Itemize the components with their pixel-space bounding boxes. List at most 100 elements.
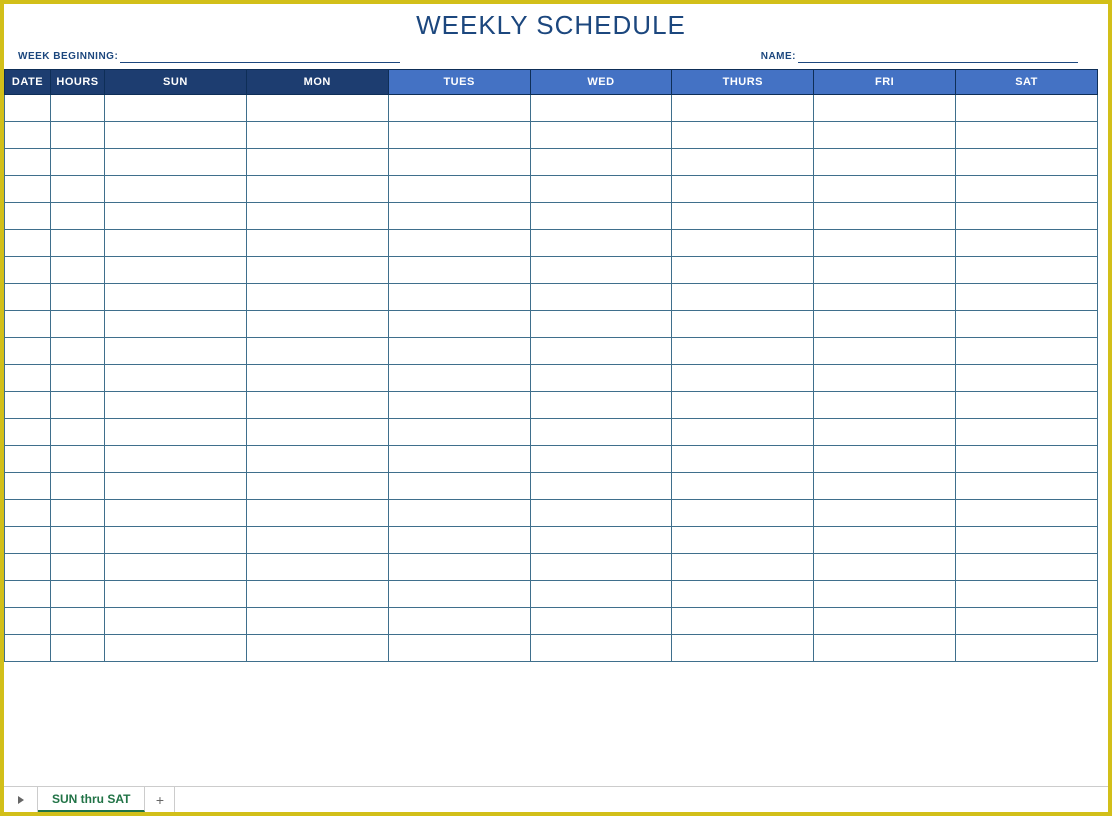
cell[interactable] bbox=[246, 176, 388, 203]
cell[interactable] bbox=[51, 176, 105, 203]
cell[interactable] bbox=[814, 635, 956, 662]
cell[interactable] bbox=[51, 635, 105, 662]
cell[interactable] bbox=[956, 635, 1098, 662]
cell[interactable] bbox=[530, 581, 672, 608]
cell[interactable] bbox=[956, 473, 1098, 500]
cell[interactable] bbox=[814, 581, 956, 608]
col-header-sun[interactable]: SUN bbox=[105, 70, 247, 95]
cell[interactable] bbox=[246, 149, 388, 176]
cell[interactable] bbox=[105, 338, 247, 365]
col-header-thurs[interactable]: THURS bbox=[672, 70, 814, 95]
cell[interactable] bbox=[956, 527, 1098, 554]
col-header-hours[interactable]: HOURS bbox=[51, 70, 105, 95]
cell[interactable] bbox=[388, 635, 530, 662]
cell[interactable] bbox=[956, 311, 1098, 338]
cell[interactable] bbox=[246, 257, 388, 284]
cell[interactable] bbox=[672, 203, 814, 230]
cell[interactable] bbox=[388, 311, 530, 338]
cell[interactable] bbox=[51, 446, 105, 473]
cell[interactable] bbox=[814, 446, 956, 473]
cell[interactable] bbox=[5, 365, 51, 392]
cell[interactable] bbox=[672, 581, 814, 608]
cell[interactable] bbox=[51, 527, 105, 554]
cell[interactable] bbox=[5, 95, 51, 122]
cell[interactable] bbox=[388, 581, 530, 608]
cell[interactable] bbox=[956, 338, 1098, 365]
cell[interactable] bbox=[105, 527, 247, 554]
cell[interactable] bbox=[956, 392, 1098, 419]
cell[interactable] bbox=[956, 122, 1098, 149]
cell[interactable] bbox=[5, 581, 51, 608]
cell[interactable] bbox=[388, 257, 530, 284]
cell[interactable] bbox=[51, 257, 105, 284]
col-header-sat[interactable]: SAT bbox=[956, 70, 1098, 95]
cell[interactable] bbox=[814, 149, 956, 176]
cell[interactable] bbox=[105, 581, 247, 608]
cell[interactable] bbox=[388, 176, 530, 203]
cell[interactable] bbox=[388, 500, 530, 527]
cell[interactable] bbox=[814, 365, 956, 392]
cell[interactable] bbox=[5, 500, 51, 527]
cell[interactable] bbox=[105, 500, 247, 527]
cell[interactable] bbox=[388, 230, 530, 257]
cell[interactable] bbox=[246, 446, 388, 473]
cell[interactable] bbox=[530, 608, 672, 635]
cell[interactable] bbox=[956, 230, 1098, 257]
add-sheet-button[interactable]: + bbox=[145, 787, 175, 812]
cell[interactable] bbox=[51, 608, 105, 635]
cell[interactable] bbox=[51, 149, 105, 176]
cell[interactable] bbox=[814, 311, 956, 338]
cell[interactable] bbox=[530, 149, 672, 176]
cell[interactable] bbox=[246, 311, 388, 338]
cell[interactable] bbox=[105, 230, 247, 257]
cell[interactable] bbox=[530, 446, 672, 473]
cell[interactable] bbox=[105, 635, 247, 662]
cell[interactable] bbox=[530, 284, 672, 311]
cell[interactable] bbox=[672, 176, 814, 203]
cell[interactable] bbox=[814, 608, 956, 635]
col-header-wed[interactable]: WED bbox=[530, 70, 672, 95]
cell[interactable] bbox=[5, 554, 51, 581]
cell[interactable] bbox=[814, 257, 956, 284]
cell[interactable] bbox=[956, 446, 1098, 473]
cell[interactable] bbox=[246, 581, 388, 608]
cell[interactable] bbox=[105, 473, 247, 500]
cell[interactable] bbox=[105, 311, 247, 338]
tab-nav-button[interactable] bbox=[4, 787, 38, 812]
cell[interactable] bbox=[105, 176, 247, 203]
cell[interactable] bbox=[814, 95, 956, 122]
cell[interactable] bbox=[246, 473, 388, 500]
cell[interactable] bbox=[51, 122, 105, 149]
cell[interactable] bbox=[388, 149, 530, 176]
cell[interactable] bbox=[388, 203, 530, 230]
cell[interactable] bbox=[956, 554, 1098, 581]
name-input-line[interactable] bbox=[798, 51, 1078, 63]
cell[interactable] bbox=[246, 419, 388, 446]
cell[interactable] bbox=[105, 446, 247, 473]
cell[interactable] bbox=[672, 473, 814, 500]
cell[interactable] bbox=[956, 365, 1098, 392]
cell[interactable] bbox=[956, 500, 1098, 527]
name-field[interactable]: NAME: bbox=[761, 51, 1078, 63]
cell[interactable] bbox=[5, 230, 51, 257]
cell[interactable] bbox=[5, 527, 51, 554]
cell[interactable] bbox=[672, 419, 814, 446]
cell[interactable] bbox=[672, 554, 814, 581]
cell[interactable] bbox=[388, 392, 530, 419]
cell[interactable] bbox=[672, 527, 814, 554]
cell[interactable] bbox=[388, 554, 530, 581]
cell[interactable] bbox=[51, 203, 105, 230]
cell[interactable] bbox=[956, 95, 1098, 122]
cell[interactable] bbox=[5, 122, 51, 149]
cell[interactable] bbox=[814, 122, 956, 149]
cell[interactable] bbox=[5, 635, 51, 662]
cell[interactable] bbox=[51, 284, 105, 311]
week-beginning-input-line[interactable] bbox=[120, 51, 400, 63]
cell[interactable] bbox=[246, 527, 388, 554]
cell[interactable] bbox=[105, 122, 247, 149]
cell[interactable] bbox=[956, 581, 1098, 608]
cell[interactable] bbox=[672, 149, 814, 176]
cell[interactable] bbox=[388, 338, 530, 365]
cell[interactable] bbox=[956, 176, 1098, 203]
cell[interactable] bbox=[51, 419, 105, 446]
